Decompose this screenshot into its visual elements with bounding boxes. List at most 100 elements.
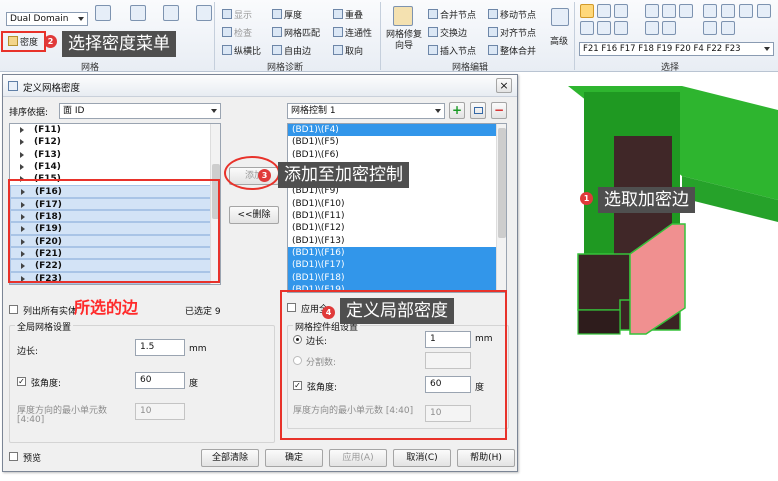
overlap-label: 重叠 [345, 11, 364, 21]
overlap-button[interactable]: 重叠 [333, 8, 363, 21]
show-label: 显示 [234, 11, 253, 21]
help-button[interactable]: 帮助(H) [457, 449, 515, 467]
face-label: (F13) [34, 149, 61, 160]
expand-arrow-icon[interactable] [20, 139, 24, 146]
controlled-list-item[interactable]: (BD1)\(F5) [288, 136, 506, 148]
expand-arrow-icon[interactable] [20, 163, 24, 170]
face-list-item[interactable]: (F12) [10, 136, 220, 148]
model-geometry[interactable] [520, 72, 778, 478]
controlled-list-item[interactable]: (BD1)\(F13) [288, 235, 506, 247]
orientation-icon [333, 45, 343, 55]
orientation-button[interactable]: 取向 [333, 44, 363, 57]
select-grow-icon[interactable] [645, 21, 659, 35]
select-layer-icon[interactable] [721, 21, 735, 35]
sort-select[interactable]: 面 ID [59, 103, 221, 119]
mesh-tool2-icon[interactable] [130, 5, 146, 21]
aspect-ratio-button[interactable]: 纵横比 [222, 44, 261, 57]
swap-edge-button[interactable]: 交换边 [428, 26, 467, 39]
select-invert-icon[interactable] [679, 4, 693, 18]
chord-angle-input[interactable]: 60 [135, 372, 185, 389]
select-add-icon[interactable] [703, 4, 717, 18]
face-list-item[interactable]: (F11) [10, 124, 220, 136]
mesh-repair-label[interactable]: 网格修复向导 [384, 30, 424, 52]
overlap-icon [333, 9, 343, 19]
ribbon-separator [574, 2, 575, 70]
controlled-list-item[interactable]: (BD1)\(F6) [288, 149, 506, 161]
select-filter-icon[interactable] [645, 4, 659, 18]
mesh-tool4-icon[interactable] [196, 5, 212, 21]
insert-node-button[interactable]: 插入节点 [428, 44, 476, 57]
chord-angle-checkbox[interactable]: ✓ [17, 377, 26, 386]
rename-control-button[interactable] [470, 102, 486, 119]
step-2-badge: 2 [44, 35, 57, 48]
domain-select[interactable]: Dual Domain [6, 12, 88, 26]
remove-button[interactable]: <<删除 [229, 206, 279, 224]
connectivity-button[interactable]: 连通性 [333, 26, 372, 39]
selection-list-field[interactable]: F21 F16 F17 F18 F19 F20 F4 F22 F23 [579, 42, 774, 56]
controlled-list-item[interactable]: (BD1)\(F4) [288, 124, 506, 137]
controlled-list-item[interactable]: (BD1)\(F16) [288, 246, 506, 260]
group-label-diagnostics: 网格诊断 [266, 63, 303, 73]
apply-button[interactable]: 应用(A) [329, 449, 387, 467]
show-button[interactable]: 显示 [222, 8, 252, 21]
step-4-callout: 定义局部密度 [340, 298, 454, 324]
list-all-checkbox[interactable] [9, 305, 18, 314]
ok-button[interactable]: 确定 [265, 449, 323, 467]
move-node-button[interactable]: 移动节点 [488, 8, 536, 21]
unit-mm-label: mm [189, 344, 207, 354]
select-arrow-icon[interactable] [580, 4, 594, 18]
align-nodes-button[interactable]: 对齐节点 [488, 26, 536, 39]
face-list-item[interactable]: (F13) [10, 149, 220, 161]
controlled-list-item[interactable]: (BD1)\(F17) [288, 259, 506, 272]
face-list-item[interactable]: (F14) [10, 161, 220, 173]
expand-arrow-icon[interactable] [20, 151, 24, 158]
select-all-icon[interactable] [739, 4, 753, 18]
model-viewport[interactable] [520, 72, 778, 478]
check-button[interactable]: 检查 [222, 26, 252, 39]
ribbon-separator [214, 2, 215, 70]
select-lasso-icon[interactable] [597, 4, 611, 18]
merge-nodes-button[interactable]: 合并节点 [428, 8, 476, 21]
controlled-list-item[interactable]: (BD1)\(F12) [288, 222, 506, 234]
select-remove-icon[interactable] [721, 4, 735, 18]
controlled-list-item[interactable]: (BD1)\(F10) [288, 198, 506, 210]
thickness-icon [272, 9, 282, 19]
controlled-list-item[interactable]: (BD1)\(F11) [288, 210, 506, 222]
advanced-label[interactable]: 高级 [550, 34, 568, 47]
select-face-icon[interactable] [580, 21, 594, 35]
edge-length-input[interactable]: 1.5 [135, 339, 185, 356]
controlled-list-item[interactable]: (BD1)\(F18) [288, 271, 506, 284]
selected-edges-highlight-box [8, 179, 220, 283]
mesh-tool3-icon[interactable] [163, 5, 179, 21]
expand-arrow-icon[interactable] [20, 127, 24, 133]
preview-checkbox[interactable] [9, 452, 18, 461]
mesh-match-button[interactable]: 网格匹配 [272, 26, 320, 39]
select-shrink-icon[interactable] [662, 21, 676, 35]
free-edge-button[interactable]: 自由边 [272, 44, 311, 57]
select-box-icon[interactable] [614, 4, 628, 18]
mesh-tool-icon[interactable] [95, 5, 111, 21]
group-label-mesh: 网格 [80, 63, 99, 73]
select-expand-icon[interactable] [662, 4, 676, 18]
controlled-edge-list[interactable]: (BD1)\(F4)(BD1)\(F5)(BD1)\(F6)(BD1)\(F7)… [287, 123, 507, 293]
delete-control-button[interactable]: − [491, 102, 507, 119]
mesh-control-select[interactable]: 网格控制 1 [287, 103, 445, 119]
close-icon[interactable]: × [496, 78, 512, 93]
add-control-button[interactable]: + [449, 102, 465, 119]
advanced-icon[interactable] [551, 8, 569, 26]
controlled-list-scrollbar[interactable] [496, 124, 506, 292]
mesh-repair-icon[interactable] [393, 6, 413, 26]
dialog-titlebar[interactable]: 定义网格密度 × [3, 75, 517, 97]
min-thickness-input[interactable]: 10 [135, 403, 185, 420]
thickness-button[interactable]: 厚度 [272, 8, 302, 21]
scroll-thumb[interactable] [498, 128, 506, 238]
cancel-button[interactable]: 取消(C) [393, 449, 451, 467]
dialog-app-icon [8, 81, 18, 91]
select-node-icon[interactable] [614, 21, 628, 35]
select-property-icon[interactable] [703, 21, 717, 35]
select-clear-icon[interactable] [757, 4, 771, 18]
clear-all-button[interactable]: 全部清除 [201, 449, 259, 467]
global-merge-button[interactable]: 整体合并 [488, 44, 536, 57]
chord-angle-value: 60 [140, 375, 152, 385]
select-edge-icon[interactable] [597, 21, 611, 35]
